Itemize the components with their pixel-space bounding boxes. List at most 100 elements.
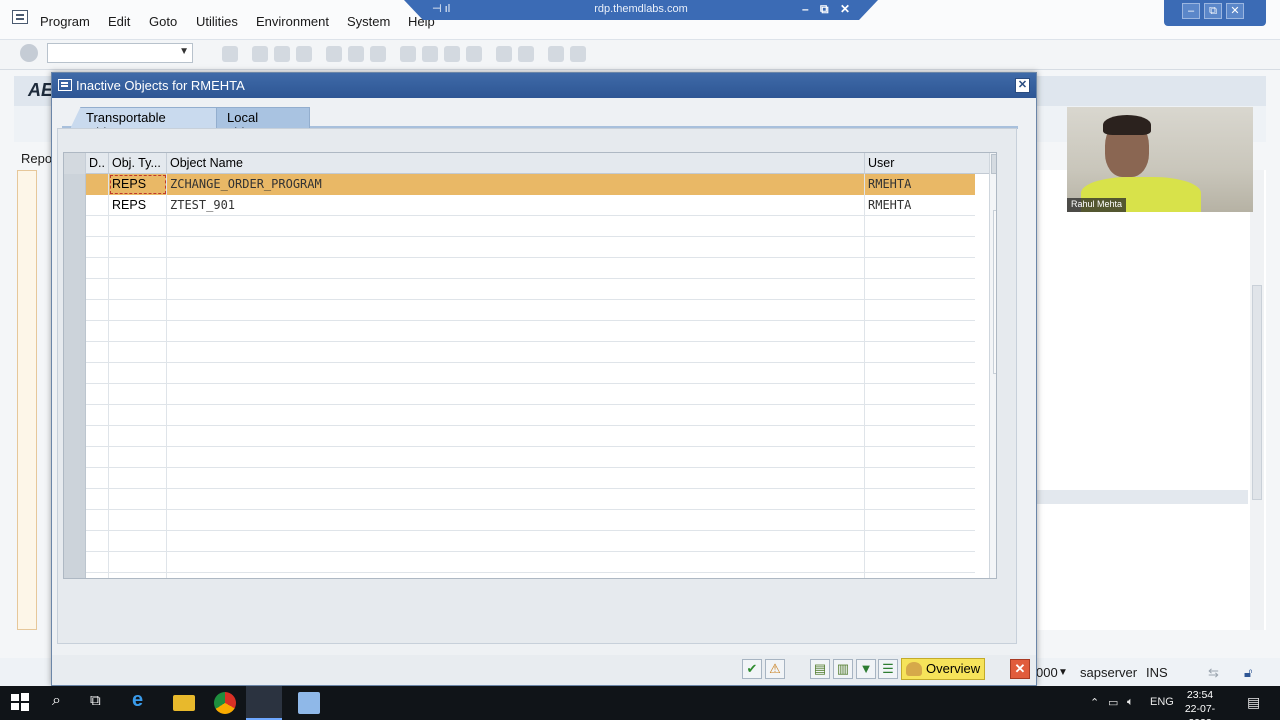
clock[interactable]: 23:54 22-07-2023 (1178, 688, 1222, 720)
print-icon[interactable] (326, 46, 342, 62)
chevron-down-icon[interactable]: ▼ (179, 46, 189, 57)
scroll-up-icon[interactable]: ▲ (995, 548, 996, 558)
dialog-menu-icon[interactable] (58, 79, 72, 91)
row-selector[interactable] (64, 552, 86, 573)
empty-table-row[interactable] (64, 468, 975, 489)
row-selector[interactable] (64, 237, 86, 258)
scrollbar-thumb[interactable] (1252, 285, 1262, 500)
row-selector[interactable] (64, 426, 86, 447)
rdp-minimize-icon[interactable]: – (802, 2, 809, 16)
chevron-up-icon[interactable]: ⌃ (1090, 696, 1099, 709)
empty-table-row[interactable] (64, 216, 975, 237)
help-icon[interactable] (548, 46, 564, 62)
notifications-icon[interactable]: ▤ (1247, 694, 1260, 711)
row-selector[interactable] (64, 531, 86, 552)
empty-table-row[interactable] (64, 489, 975, 510)
row-selector[interactable] (64, 258, 86, 279)
scroll-up-icon[interactable]: ▲ (995, 177, 996, 187)
sort-icon[interactable]: ☰ (878, 659, 898, 679)
row-selector[interactable] (64, 489, 86, 510)
scroll-down-icon[interactable]: ▼ (995, 565, 996, 575)
last-page-icon[interactable] (466, 46, 482, 62)
file-explorer-icon[interactable] (173, 695, 195, 711)
empty-table-row[interactable] (64, 237, 975, 258)
row-selector[interactable] (64, 468, 86, 489)
row-selector[interactable] (64, 321, 86, 342)
row-selector[interactable] (64, 279, 86, 300)
row-selector[interactable] (64, 195, 86, 216)
empty-table-row[interactable] (64, 300, 975, 321)
deselect-button[interactable]: ▥ (833, 659, 853, 679)
next-page-icon[interactable] (444, 46, 460, 62)
empty-table-row[interactable] (64, 363, 975, 384)
cancel-icon[interactable] (296, 46, 312, 62)
menu-environment[interactable]: Environment (256, 14, 329, 29)
row-selector[interactable] (64, 510, 86, 531)
menu-utilities[interactable]: Utilities (196, 14, 238, 29)
row-selector[interactable] (64, 363, 86, 384)
select-all-cell[interactable] (64, 153, 86, 174)
row-selector[interactable] (64, 342, 86, 363)
save-icon[interactable] (222, 46, 238, 62)
cell-user[interactable]: RMEHTA (865, 195, 975, 216)
activate-anyway-button[interactable]: ⚠ (765, 659, 785, 679)
internet-explorer-icon[interactable]: e (132, 689, 154, 711)
find-next-icon[interactable] (370, 46, 386, 62)
scrollbar-thumb[interactable] (993, 210, 996, 374)
new-session-icon[interactable] (496, 46, 512, 62)
empty-table-row[interactable] (64, 321, 975, 342)
back-icon[interactable] (252, 46, 268, 62)
table-row[interactable]: REPS ZCHANGE_ORDER_PROGRAM RMEHTA (64, 174, 975, 195)
chevron-down-icon[interactable]: ▼ (1058, 667, 1068, 678)
cell-type[interactable]: REPS (109, 174, 167, 195)
empty-table-row[interactable] (64, 510, 975, 531)
column-header-name[interactable]: Object Name (167, 153, 865, 174)
empty-table-row[interactable] (64, 258, 975, 279)
empty-table-row[interactable] (64, 342, 975, 363)
row-selector[interactable] (64, 216, 86, 237)
restore-icon[interactable]: ⧉ (1204, 3, 1222, 19)
row-selector[interactable] (64, 384, 86, 405)
select-block-button[interactable]: ▤ (810, 659, 830, 679)
empty-table-row[interactable] (64, 447, 975, 468)
row-selector[interactable] (64, 300, 86, 321)
cell-name[interactable]: ZCHANGE_ORDER_PROGRAM (167, 174, 865, 195)
search-icon[interactable]: ⌕ (52, 692, 74, 714)
menu-program[interactable]: Program (40, 14, 90, 29)
filter-icon[interactable]: ▼ (856, 659, 876, 679)
sap-gui-icon[interactable] (298, 692, 320, 714)
empty-table-row[interactable] (64, 384, 975, 405)
row-selector[interactable] (64, 447, 86, 468)
row-selector[interactable] (64, 573, 86, 578)
system-menu-icon[interactable] (12, 10, 28, 24)
shortcut-icon[interactable] (518, 46, 534, 62)
table-row[interactable]: REPS ZTEST_901 RMEHTA (64, 195, 975, 216)
task-view-icon[interactable]: ⧉ (90, 692, 112, 714)
empty-table-row[interactable] (64, 531, 975, 552)
empty-table-row[interactable] (64, 552, 975, 573)
scroll-down-icon[interactable]: ▼ (995, 194, 996, 204)
previous-page-icon[interactable] (422, 46, 438, 62)
layout-menu-icon[interactable] (570, 46, 586, 62)
cancel-button[interactable]: ✕ (1010, 659, 1030, 679)
minimize-icon[interactable]: – (1182, 3, 1200, 19)
enter-icon[interactable] (20, 44, 38, 62)
first-page-icon[interactable] (400, 46, 416, 62)
column-header-type[interactable]: Obj. Ty... (109, 153, 167, 174)
language-indicator[interactable]: ENG (1150, 696, 1174, 708)
dialog-close-button[interactable]: ✕ (1015, 78, 1030, 93)
confirm-button[interactable]: ✔ (742, 659, 762, 679)
chrome-icon[interactable] (214, 692, 236, 714)
menu-edit[interactable]: Edit (108, 14, 130, 29)
cell-name[interactable]: ZTEST_901 (167, 195, 865, 216)
rdp-close-icon[interactable]: ✕ (840, 2, 850, 16)
empty-table-row[interactable] (64, 426, 975, 447)
overview-button[interactable]: Overview (901, 658, 985, 680)
row-selector[interactable] (64, 405, 86, 426)
lock-icon[interactable]: 🔓︎ (1244, 665, 1252, 681)
exit-icon[interactable] (274, 46, 290, 62)
row-selector[interactable] (64, 174, 86, 195)
empty-table-row[interactable] (64, 573, 975, 578)
empty-table-row[interactable] (64, 405, 975, 426)
volume-icon[interactable]: 🔈︎ (1127, 696, 1134, 709)
